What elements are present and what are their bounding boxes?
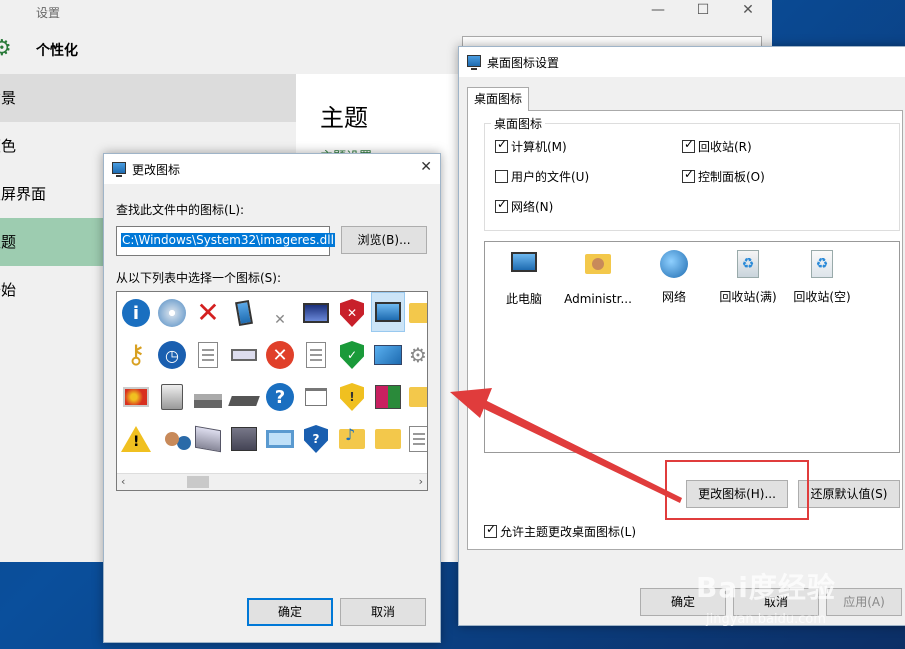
list-item[interactable]: 网络 xyxy=(637,248,711,305)
allow-themes-checkbox[interactable]: 允许主题更改桌面图标(L) xyxy=(484,522,636,540)
network-icon xyxy=(658,250,690,282)
settings-page-title: 个性化 xyxy=(36,43,78,59)
find-icon-label: 查找此文件中的图标(L): xyxy=(116,203,245,217)
dialog-titlebar: 桌面图标设置 xyxy=(459,47,905,77)
dialog-title: 桌面图标设置 xyxy=(487,56,560,70)
wallpaper-icon[interactable] xyxy=(371,338,405,372)
settings-gear-icon[interactable]: ⚙ xyxy=(409,338,427,372)
disk-icon[interactable] xyxy=(227,422,261,456)
list-item[interactable]: Administr... xyxy=(561,248,635,306)
printer-icon[interactable] xyxy=(191,380,225,414)
browse-button[interactable]: 浏览(B)... xyxy=(341,226,427,254)
nav-item-background[interactable]: 背景 xyxy=(0,74,296,122)
screensaver-monitor-icon[interactable] xyxy=(299,296,333,330)
rename-icon[interactable] xyxy=(227,338,261,372)
recycle-bin-checkbox[interactable]: 回收站(R) xyxy=(682,137,752,155)
control-panel-checkbox[interactable]: 控制面板(O) xyxy=(682,167,765,185)
clock-icon[interactable]: ◷ xyxy=(155,338,189,372)
shield-x-icon[interactable]: ✕ xyxy=(335,296,369,330)
user-files-checkbox[interactable]: 用户的文件(U) xyxy=(495,168,589,185)
restore-default-button[interactable]: 还原默认值(S) xyxy=(798,480,900,508)
checkbox-checked-icon xyxy=(484,522,497,538)
error-icon[interactable]: ✕ xyxy=(263,338,297,372)
checkbox-checked-icon xyxy=(682,137,695,153)
pictures-icon[interactable] xyxy=(119,380,153,414)
programs-icon[interactable] xyxy=(371,380,405,414)
folder-icon[interactable] xyxy=(409,380,427,414)
list-document-icon[interactable] xyxy=(409,422,427,456)
document-icon[interactable] xyxy=(191,338,225,372)
network-checkbox[interactable]: 网络(N) xyxy=(495,197,553,215)
display-icon[interactable] xyxy=(263,422,297,456)
change-icon-dialog: 更改图标 ✕ 查找此文件中的图标(L): C:\Windows\System32… xyxy=(103,153,441,643)
checkbox-checked-icon xyxy=(682,167,695,183)
group-label: 桌面图标 xyxy=(491,115,546,132)
close-icon[interactable]: ✕ xyxy=(738,2,758,18)
icon-grid[interactable]: i ✕ ✕ ✕ ⚷ ◷ ✕ ✓ ⚙ ? ! ! ? ♪ ‹ › xyxy=(116,291,428,491)
help-icon[interactable]: ? xyxy=(263,380,297,414)
recycle-bin-full-icon: ♻ xyxy=(732,250,764,282)
tab-desktop-icons[interactable]: 桌面图标 xyxy=(467,87,530,111)
speaker-icon[interactable] xyxy=(155,380,189,414)
horizontal-scrollbar[interactable]: ‹ › xyxy=(117,473,427,490)
settings-titlebar: 设置 — ☐ ✕ xyxy=(0,0,772,24)
info-icon[interactable]: i xyxy=(119,296,153,330)
checkbox-unchecked-icon xyxy=(495,170,508,183)
checkbox-checked-icon xyxy=(495,197,508,213)
red-x-icon[interactable]: ✕ xyxy=(191,296,225,330)
minimize-icon[interactable]: — xyxy=(648,2,668,18)
folder-icon[interactable] xyxy=(409,296,427,330)
key-icon[interactable]: ⚷ xyxy=(119,338,153,372)
scroll-left-icon[interactable]: ‹ xyxy=(121,475,125,488)
document-folder-icon[interactable] xyxy=(371,422,405,456)
watermark-logo: Bai度经验 xyxy=(696,571,836,604)
desktop-icon-settings-dialog: 桌面图标设置 桌面图标 桌面图标 计算机(M) 回收站(R) 用户的文件(U) … xyxy=(458,46,905,626)
close-icon[interactable]: ✕ xyxy=(420,159,432,175)
gear-icon: ⚙ xyxy=(0,36,12,61)
main-title: 主题 xyxy=(320,104,368,132)
server-icon[interactable] xyxy=(191,422,225,456)
text-file-icon[interactable] xyxy=(299,338,333,372)
ok-button[interactable]: 确定 xyxy=(247,598,333,626)
settings-title: 设置 xyxy=(36,6,61,20)
list-item[interactable]: ♻ 回收站(满) xyxy=(711,248,785,305)
warning-icon[interactable]: ! xyxy=(119,422,153,456)
desktop-monitor-icon[interactable] xyxy=(371,292,405,332)
computer-icon xyxy=(508,252,540,284)
desktop-icons-group: 桌面图标 计算机(M) 回收站(R) 用户的文件(U) 控制面板(O) 网络(N… xyxy=(484,115,900,231)
desktop-icon-list[interactable]: 此电脑 Administr... 网络 ♻ 回收站(满) ♻ 回收站(空) xyxy=(484,241,900,453)
select-icon-label: 从以下列表中选择一个图标(S): xyxy=(116,271,282,285)
cancel-button[interactable]: 取消 xyxy=(340,598,426,626)
dialog-title: 更改图标 xyxy=(132,163,181,177)
shield-warning-icon[interactable]: ! xyxy=(335,380,369,414)
maximize-icon[interactable]: ☐ xyxy=(693,2,713,18)
scroll-right-icon[interactable]: › xyxy=(419,475,423,488)
apply-button[interactable]: 应用(A) xyxy=(826,588,902,616)
monitor-icon xyxy=(467,55,481,70)
list-item[interactable]: 此电脑 xyxy=(487,248,561,307)
checkbox-checked-icon xyxy=(495,137,508,153)
scanner-icon[interactable] xyxy=(227,380,261,414)
scrollbar-thumb[interactable] xyxy=(187,476,209,488)
icon-file-path-input[interactable]: C:\Windows\System32\imageres.dll xyxy=(116,226,335,256)
user-folder-icon xyxy=(582,254,614,286)
shield-check-icon[interactable]: ✓ xyxy=(335,338,369,372)
monitor-icon xyxy=(112,162,126,177)
watermark-url: jingyan.baidu.com xyxy=(706,612,826,627)
computer-checkbox[interactable]: 计算机(M) xyxy=(495,137,567,155)
projector-screen-icon[interactable] xyxy=(299,380,333,414)
list-item[interactable]: ♻ 回收站(空) xyxy=(785,248,859,305)
tablet-icon[interactable] xyxy=(227,296,261,330)
recycle-bin-empty-icon: ♻ xyxy=(806,250,838,282)
cd-music-icon[interactable] xyxy=(155,296,189,330)
shield-help-icon[interactable]: ? xyxy=(299,422,333,456)
highlight-box xyxy=(665,460,809,520)
dialog-titlebar: 更改图标 ✕ xyxy=(104,154,440,184)
music-folder-icon[interactable]: ♪ xyxy=(335,422,369,456)
small-x-icon[interactable]: ✕ xyxy=(263,296,297,330)
users-icon[interactable] xyxy=(155,422,189,456)
